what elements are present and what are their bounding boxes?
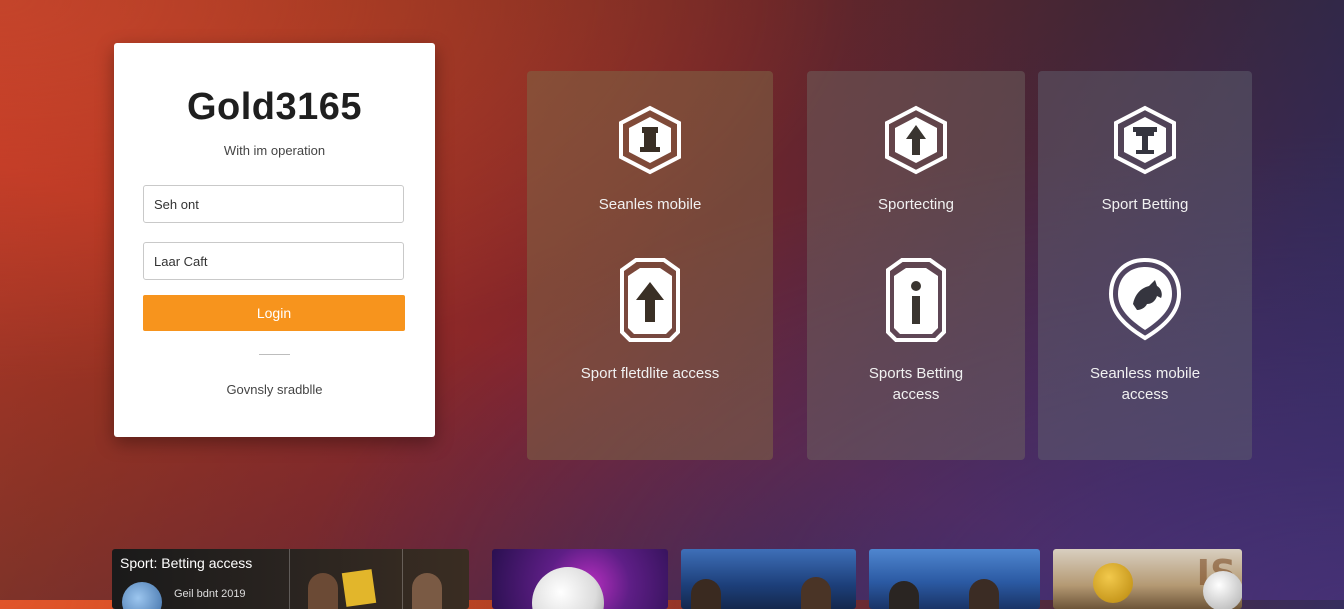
login-button[interactable]: Login: [143, 295, 405, 331]
divider: [259, 354, 290, 355]
login-card: Gold3165 With im operation Login Govnsly…: [114, 43, 435, 437]
thumbnail-card[interactable]: Sport: Betting access Geil bdnt 2019: [112, 549, 469, 609]
player-image: [889, 581, 919, 609]
feature-item[interactable]: Seanles mobile: [527, 105, 773, 215]
feature-panel-2: Sportecting Sports Betting access: [807, 71, 1025, 460]
arrow-up-icon: [883, 105, 949, 180]
username-input[interactable]: [143, 185, 404, 223]
feature-label: Sport Betting: [1101, 196, 1189, 213]
thumbnail-subtitle: Geil bdnt 2019: [174, 588, 246, 600]
divider: [289, 549, 290, 609]
feature-label: Sports Betting access: [868, 365, 964, 403]
thumbnail-card[interactable]: IS: [1053, 549, 1242, 609]
feature-label: Sportecting: [878, 196, 954, 213]
trophy-icon: [1112, 105, 1178, 180]
player-image: [691, 579, 721, 609]
player-image: [412, 573, 442, 609]
chess-tower-icon: [617, 105, 683, 180]
player-image: [969, 579, 999, 609]
brand-title: Gold3165: [186, 86, 363, 128]
divider: [402, 549, 403, 609]
thumbnail-card[interactable]: [492, 549, 668, 609]
horse-shield-icon: [1107, 256, 1183, 347]
footer-link[interactable]: Govnsly sradblle: [114, 382, 435, 397]
feature-item[interactable]: Sport Betting: [1038, 105, 1252, 215]
feature-label: Seanless mobile access: [1089, 365, 1201, 403]
feature-item[interactable]: Sport fletdlite access: [527, 256, 773, 384]
feature-label: Sport fletdlite access: [580, 365, 720, 382]
soccer-ball-image: [532, 567, 604, 609]
feature-label: Seanles mobile: [598, 196, 702, 213]
feature-panel-3: Sport Betting Seanless mobile access: [1038, 71, 1252, 460]
player-image: [308, 573, 338, 609]
thumbnail-card[interactable]: [869, 549, 1040, 609]
feature-item[interactable]: Sportecting: [807, 105, 1025, 215]
feature-item[interactable]: Sports Betting access: [807, 256, 1025, 405]
flag-image: [341, 569, 377, 607]
brand-subtitle: With im operation: [223, 143, 326, 158]
helmet-image: [1203, 571, 1242, 609]
thumbnail-card[interactable]: [681, 549, 856, 609]
feature-panel-1: Seanles mobile Sport fletdlite access: [527, 71, 773, 460]
password-input[interactable]: [143, 242, 404, 280]
feature-item[interactable]: Seanless mobile access: [1038, 256, 1252, 405]
globe-icon: [122, 582, 162, 609]
thumbnail-caption: Sport: Betting access: [120, 555, 253, 571]
helmet-image: [1093, 563, 1133, 603]
info-shield-icon: [880, 256, 952, 347]
arrow-up-shield-icon: [614, 256, 686, 347]
player-image: [801, 577, 831, 609]
